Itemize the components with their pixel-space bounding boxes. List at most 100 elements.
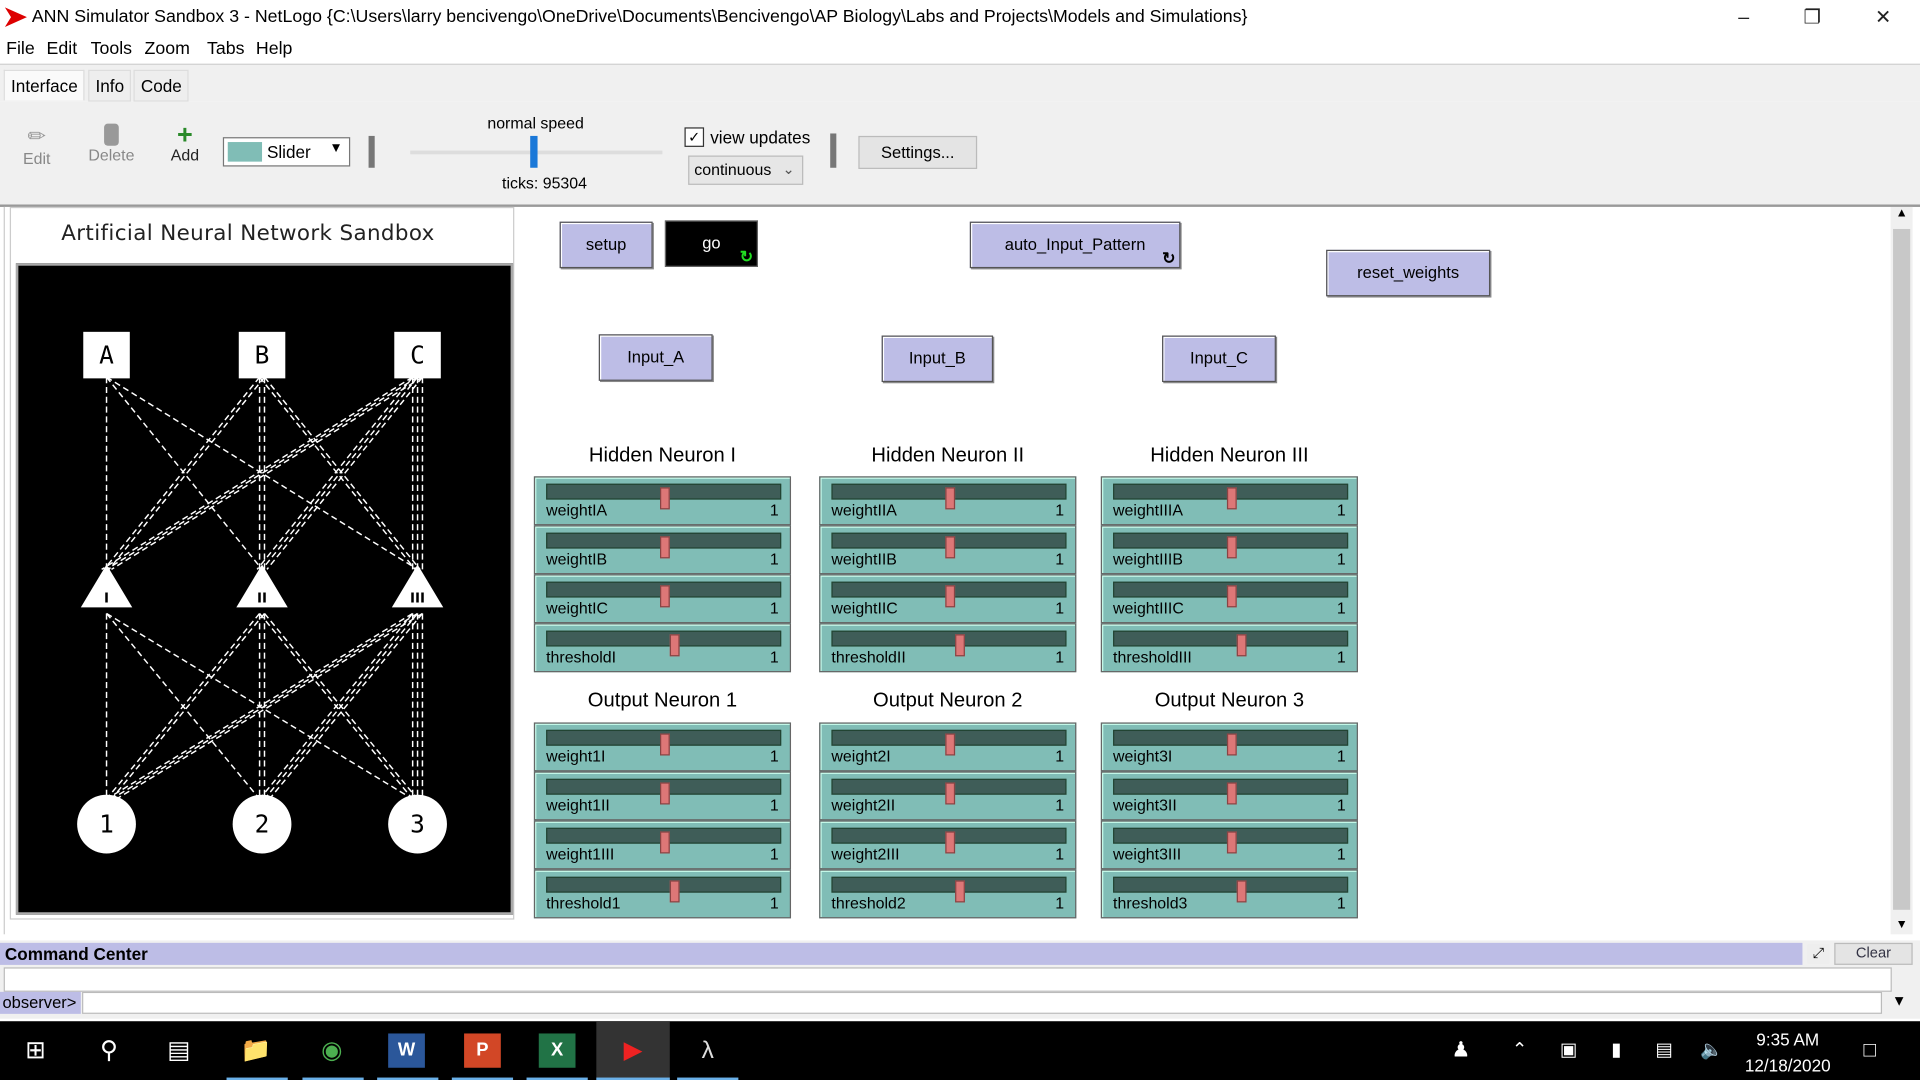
slider-weight1II[interactable]: weight1II 1	[533, 771, 792, 821]
auto-input-pattern-button[interactable]: auto_Input_Pattern ↻	[969, 221, 1181, 269]
slider-track[interactable]	[1113, 532, 1349, 559]
slider-handle[interactable]	[660, 733, 670, 756]
tab-info[interactable]: Info	[88, 69, 132, 102]
slider-track[interactable]	[1113, 630, 1349, 657]
slider-track[interactable]	[831, 827, 1067, 854]
volume-icon[interactable]: 🔈	[1693, 1033, 1730, 1067]
slider-track[interactable]	[831, 778, 1067, 805]
battery-icon[interactable]: ▮	[1598, 1033, 1635, 1067]
slider-track[interactable]	[1113, 876, 1349, 903]
slider-handle[interactable]	[660, 585, 670, 608]
slider-weight2I[interactable]: weight2I 1	[819, 722, 1077, 772]
excel-icon[interactable]: X	[538, 1033, 576, 1068]
expand-icon[interactable]: ⤢	[1807, 944, 1830, 964]
slider-threshold1[interactable]: threshold1 1	[533, 869, 792, 919]
widget-type-dropdown[interactable]: Slider ▼	[222, 137, 351, 167]
notifications-icon[interactable]: □	[1851, 1033, 1888, 1067]
slider-track[interactable]	[1113, 729, 1349, 756]
slider-handle[interactable]	[1226, 782, 1237, 805]
clear-button[interactable]: Clear	[1834, 942, 1913, 965]
tab-interface[interactable]: Interface	[3, 69, 86, 101]
windows-start-icon[interactable]: ⊞	[17, 1033, 54, 1067]
slider-handle[interactable]	[1226, 831, 1237, 854]
slider-weight2III[interactable]: weight2III 1	[819, 820, 1077, 870]
file-explorer-icon[interactable]: 📁	[238, 1033, 275, 1067]
slider-handle[interactable]	[945, 733, 956, 756]
slider-weightIC[interactable]: weightIC 1	[533, 574, 792, 624]
slider-handle[interactable]	[945, 487, 956, 510]
setup-button[interactable]: setup	[559, 221, 653, 269]
slider-track[interactable]	[546, 876, 782, 903]
slider-handle[interactable]	[1226, 733, 1237, 756]
slider-track[interactable]	[546, 778, 782, 805]
slider-weightIIIC[interactable]: weightIIIC 1	[1100, 574, 1358, 624]
slider-threshold3[interactable]: threshold3 1	[1100, 869, 1358, 919]
slider-handle[interactable]	[660, 536, 670, 559]
slider-thresholdII[interactable]: thresholdII 1	[819, 623, 1077, 673]
menu-edit[interactable]: Edit	[47, 39, 78, 59]
chrome-icon[interactable]: ◉	[313, 1033, 350, 1067]
input-a-button[interactable]: Input_A	[598, 334, 713, 381]
scroll-up-icon[interactable]: ▲	[1891, 207, 1913, 220]
slider-weightIIIB[interactable]: weightIIIB 1	[1100, 525, 1358, 575]
edit-button[interactable]: ✏ Edit	[17, 124, 56, 168]
slider-track[interactable]	[1113, 778, 1349, 805]
slider-track[interactable]	[546, 532, 782, 559]
slider-handle[interactable]	[669, 634, 680, 657]
minimize-button[interactable]: –	[1719, 4, 1768, 33]
slider-weightIIB[interactable]: weightIIB 1	[819, 525, 1077, 575]
clock[interactable]: 9:35 AM 12/18/2020	[1736, 1027, 1839, 1078]
slider-weight3III[interactable]: weight3III 1	[1100, 820, 1358, 870]
add-button[interactable]: + Add	[164, 121, 206, 164]
slider-track[interactable]	[1113, 827, 1349, 854]
powerpoint-icon[interactable]: P	[464, 1033, 501, 1068]
delete-button[interactable]: Delete	[83, 123, 139, 164]
slider-weight1I[interactable]: weight1I 1	[533, 722, 792, 772]
slider-handle[interactable]	[954, 634, 965, 657]
slider-track[interactable]	[546, 483, 782, 510]
slider-weightIIA[interactable]: weightIIA 1	[819, 476, 1077, 526]
go-button[interactable]: go ↻	[664, 220, 758, 267]
slider-track[interactable]	[831, 483, 1067, 510]
slider-handle[interactable]	[945, 536, 956, 559]
update-mode-dropdown[interactable]: continuous ⌄	[688, 155, 804, 185]
slider-handle[interactable]	[954, 880, 965, 903]
slider-track[interactable]	[546, 630, 782, 657]
slider-weight3I[interactable]: weight3I 1	[1100, 722, 1358, 772]
speed-slider-handle[interactable]	[530, 135, 538, 168]
slider-handle[interactable]	[669, 880, 680, 903]
people-icon[interactable]: ♟	[1442, 1033, 1479, 1067]
settings-button[interactable]: Settings...	[858, 135, 978, 169]
slider-handle[interactable]	[660, 782, 670, 805]
slider-track[interactable]	[831, 876, 1067, 903]
slider-track[interactable]	[546, 827, 782, 854]
history-dropdown-icon[interactable]: ▼	[1887, 992, 1911, 1014]
slider-handle[interactable]	[1226, 487, 1237, 510]
slider-handle[interactable]	[1236, 880, 1247, 903]
menu-file[interactable]: File	[6, 39, 35, 59]
slider-track[interactable]	[831, 729, 1067, 756]
slider-handle[interactable]	[1236, 634, 1247, 657]
acrobat-icon[interactable]: λ	[689, 1033, 726, 1067]
slider-track[interactable]	[546, 581, 782, 608]
menu-help[interactable]: Help	[256, 39, 293, 59]
input-c-button[interactable]: Input_C	[1162, 335, 1276, 383]
close-button[interactable]: ✕	[1859, 4, 1908, 33]
menu-tools[interactable]: Tools	[91, 39, 132, 59]
view-updates-checkbox[interactable]: ✓	[684, 127, 705, 147]
slider-threshold2[interactable]: threshold2 1	[819, 869, 1077, 919]
slider-handle[interactable]	[1226, 585, 1237, 608]
slider-thresholdI[interactable]: thresholdI 1	[533, 623, 792, 673]
slider-handle[interactable]	[945, 831, 956, 854]
slider-track[interactable]	[1113, 581, 1349, 608]
command-input[interactable]	[82, 991, 1883, 1014]
menu-tabs[interactable]: Tabs	[207, 39, 245, 59]
slider-weightIB[interactable]: weightIB 1	[533, 525, 792, 575]
slider-weight1III[interactable]: weight1III 1	[533, 820, 792, 870]
slider-track[interactable]	[831, 630, 1067, 657]
slider-weightIIC[interactable]: weightIIC 1	[819, 574, 1077, 624]
network-icon[interactable]: ▤	[1646, 1033, 1683, 1067]
word-icon[interactable]: W	[388, 1033, 425, 1068]
world-view[interactable]: A I 1 B II 2 C III 3	[15, 263, 514, 915]
slider-weightIIIA[interactable]: weightIIIA 1	[1100, 476, 1358, 526]
